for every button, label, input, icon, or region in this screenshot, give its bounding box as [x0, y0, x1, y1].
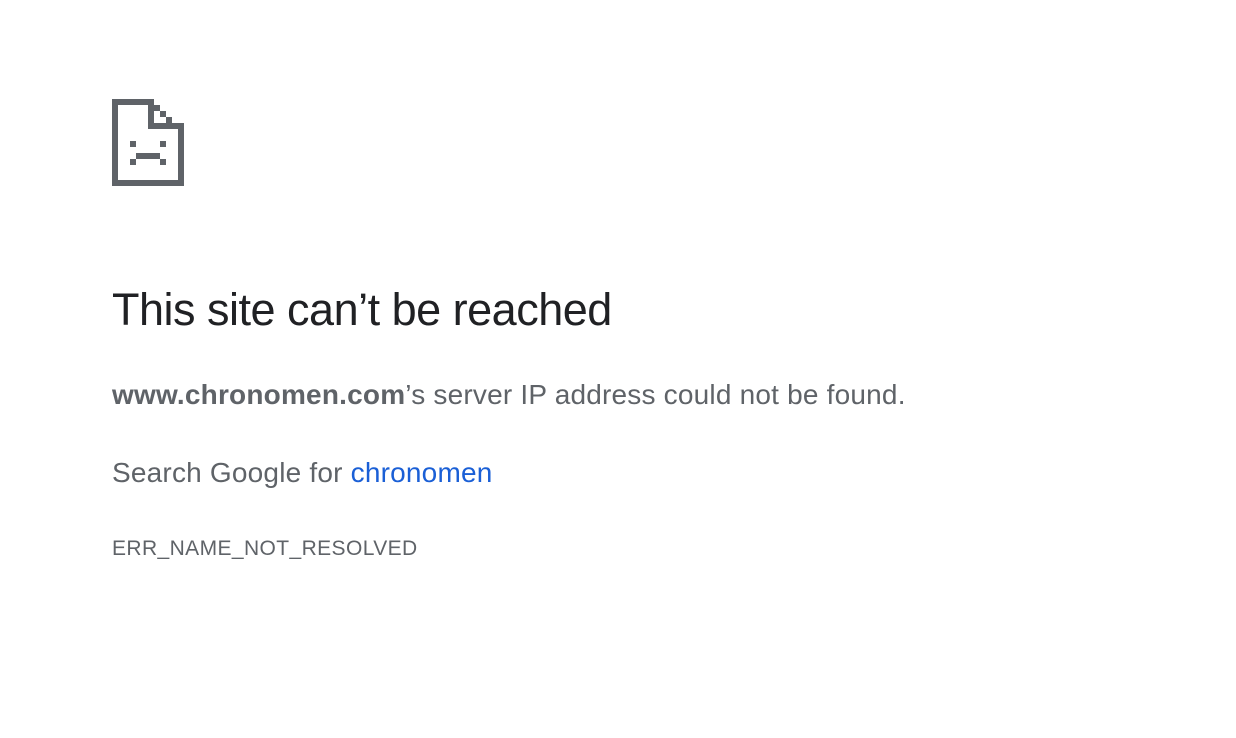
- error-summary: www.chronomen.com’s server IP address co…: [112, 378, 906, 412]
- error-code: ERR_NAME_NOT_RESOLVED: [112, 537, 418, 560]
- search-suggestion: Search Google for chronomen: [112, 456, 493, 490]
- error-summary-suffix: ’s server IP address could not be found.: [405, 379, 906, 410]
- search-google-link[interactable]: chronomen: [351, 457, 493, 488]
- search-suggestion-prefix: Search Google for: [112, 457, 351, 488]
- error-page-content: This site can’t be reached www.chronomen…: [112, 99, 1112, 560]
- error-host: www.chronomen.com: [112, 379, 406, 410]
- sad-page-icon: [112, 99, 184, 186]
- error-heading: This site can’t be reached: [112, 284, 612, 335]
